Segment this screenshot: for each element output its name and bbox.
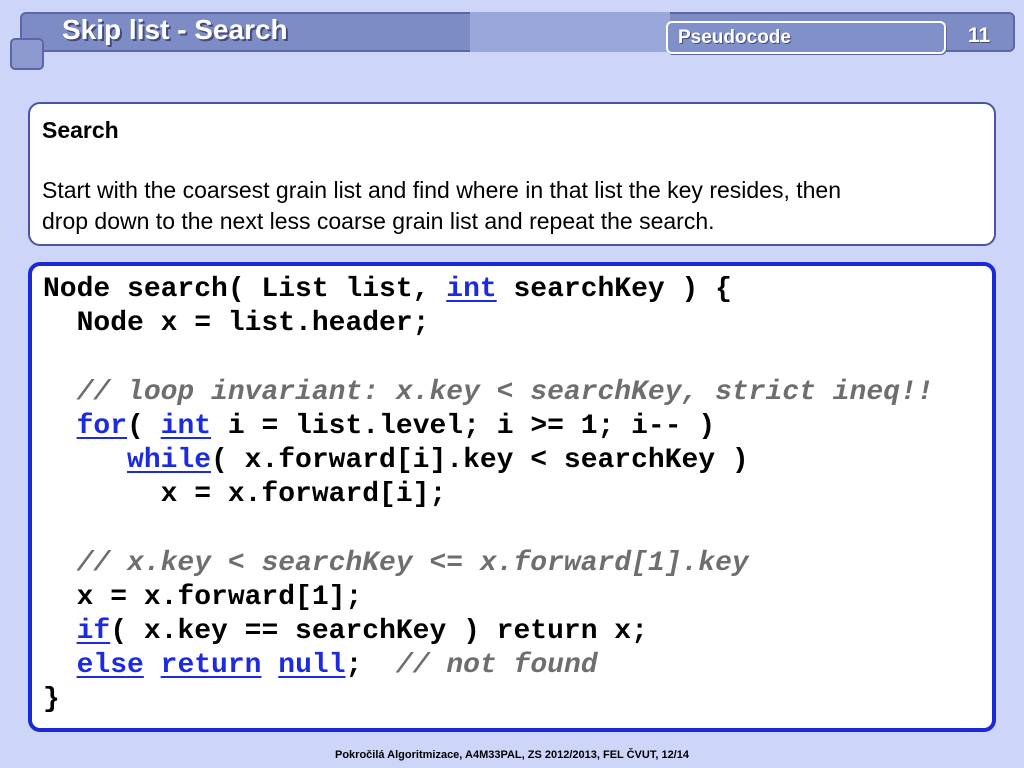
description-heading: Search (42, 117, 119, 143)
code-line: Node x = list.header; (43, 307, 430, 341)
code-keyword: else (76, 650, 144, 682)
code-text: searchKey ) { (496, 274, 732, 305)
code-text: Node x = list.header; (43, 308, 430, 340)
code-keyword: for (76, 410, 128, 442)
title-bar-shade (470, 12, 670, 52)
code-line: else return null; // not found (43, 649, 598, 683)
code-text: x = x.forward[1]; (43, 581, 363, 613)
code-text: i = list.level; i >= 1; i-- ) (211, 410, 716, 442)
code-comment: // not found (395, 650, 598, 682)
code-keyword: return (160, 650, 262, 682)
page-number: 11 (968, 24, 991, 47)
description-line: Start with the coarsest grain list and f… (42, 177, 842, 203)
code-line: Node search( List list, int searchKey ) … (43, 273, 732, 307)
code-text: } (43, 684, 60, 716)
code-line: // loop invariant: x.key < searchKey, st… (43, 376, 934, 410)
footer: Pokročilá Algoritmizace, A4M33PAL, ZS 20… (335, 749, 689, 761)
code-comment: // x.key < searchKey <= x.forward[1].key (76, 547, 749, 579)
slide-title: Skip list - Search (62, 14, 288, 45)
code-keyword: null (278, 650, 346, 682)
corner-decoration (10, 38, 44, 70)
code-keyword: int (160, 410, 212, 442)
code-text: ( x.key == searchKey ) return x; (110, 616, 648, 647)
code-line: // x.key < searchKey <= x.forward[1].key (43, 547, 749, 581)
code-keyword: if (76, 616, 111, 647)
section-label: Pseudocode (678, 27, 791, 48)
description-line: drop down to the next less coarse grain … (42, 208, 715, 234)
code-text: ( x.forward[i].key < searchKey ) (211, 445, 749, 476)
code-line: x = x.forward[1]; (43, 581, 363, 615)
code-text: Node search( List list, (43, 274, 447, 305)
code-line: while( x.forward[i].key < searchKey ) (43, 444, 749, 478)
code-text: ( (127, 410, 161, 442)
code-comment: // loop invariant: x.key < searchKey, st… (76, 376, 934, 408)
code-keyword: while (127, 445, 212, 476)
code-line: if( x.key == searchKey ) return x; (43, 615, 648, 649)
code-text: x = x.forward[i]; (43, 479, 447, 511)
code-line: for( int i = list.level; i >= 1; i-- ) (43, 410, 716, 444)
code-line: } (43, 683, 60, 717)
code-line: x = x.forward[i]; (43, 478, 447, 512)
code-keyword: int (446, 274, 497, 305)
code-text: ; (345, 650, 396, 682)
